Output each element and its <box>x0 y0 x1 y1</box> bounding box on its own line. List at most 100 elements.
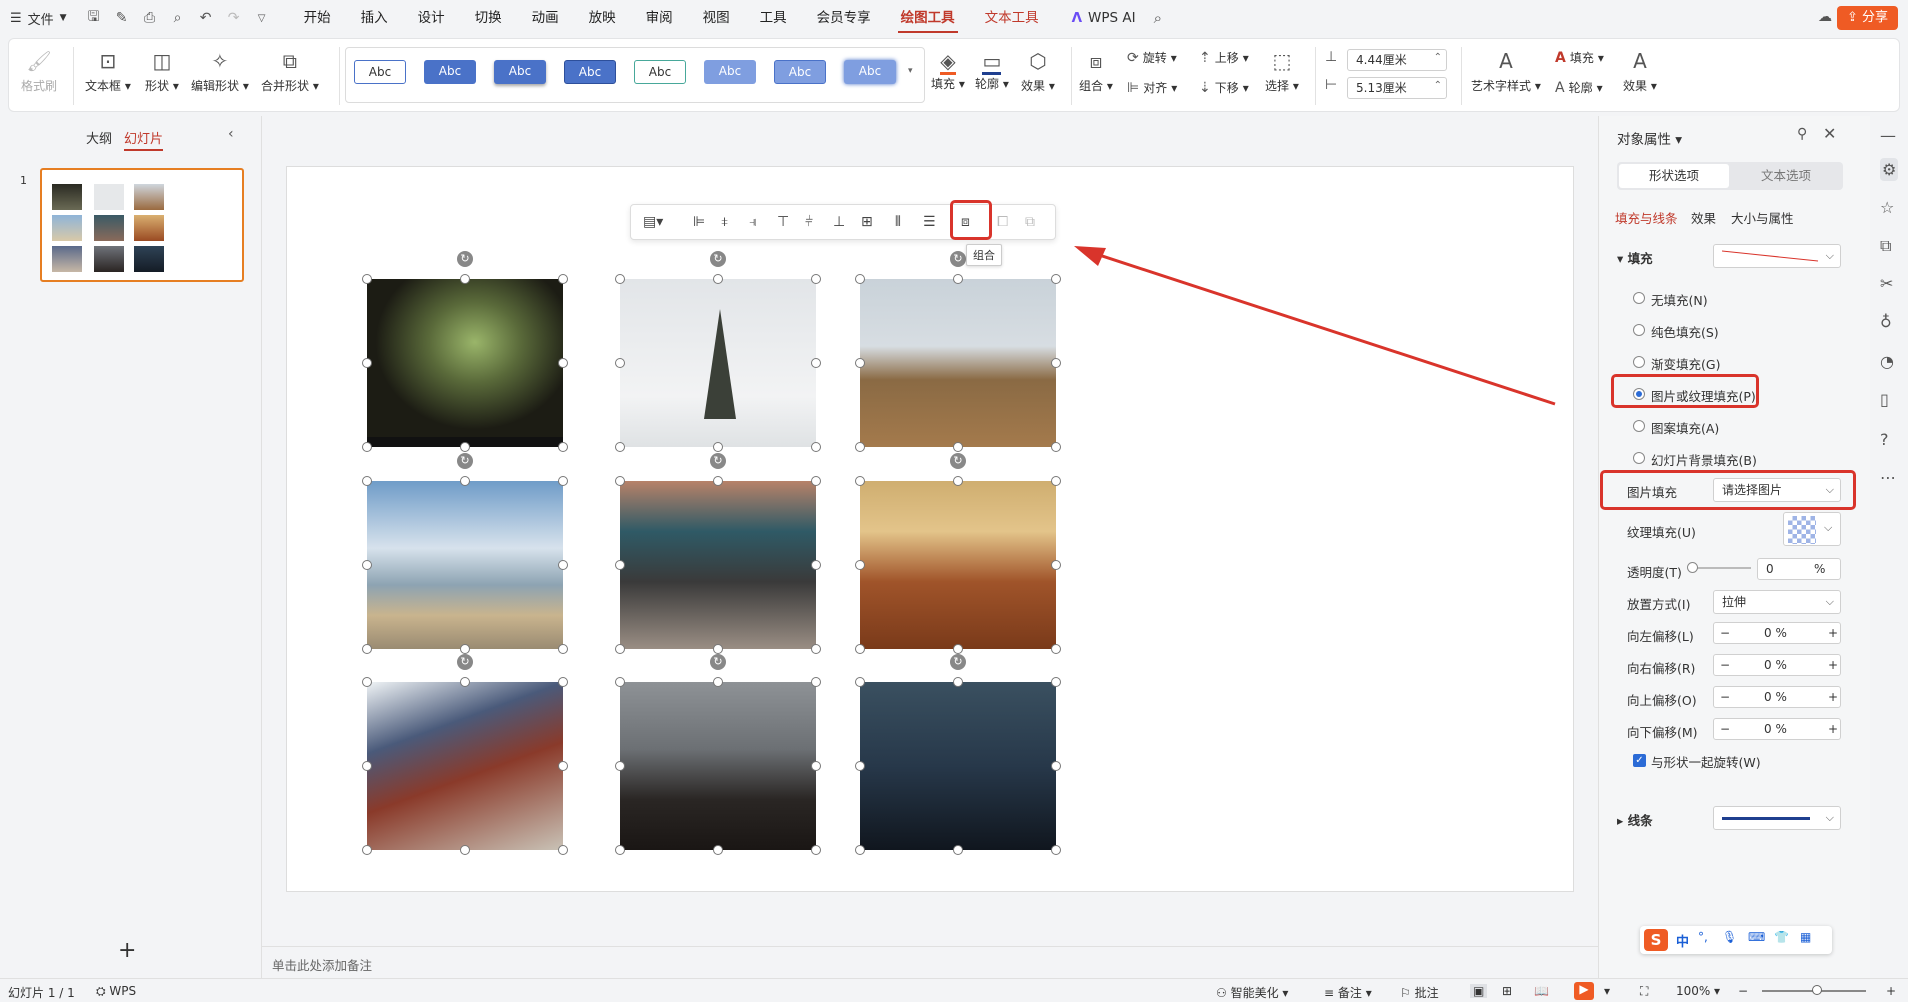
minus-icon[interactable]: − <box>1720 687 1730 707</box>
photo-snow-tree[interactable] <box>620 279 816 447</box>
radio-gradient-fill[interactable] <box>1633 356 1645 368</box>
resize-handle[interactable] <box>558 274 568 284</box>
style-swatch[interactable]: Abc <box>704 60 756 84</box>
zoom-slider-thumb[interactable] <box>1812 985 1822 995</box>
offset-top-stepper[interactable]: − 0 % + <box>1713 686 1841 708</box>
resize-handle[interactable] <box>811 476 821 486</box>
format-painter-button[interactable]: 🖌 格式刷 <box>21 45 57 94</box>
minus-icon[interactable]: − <box>1720 719 1730 739</box>
placement-dropdown[interactable]: 拉伸 ⌵ <box>1713 590 1841 614</box>
rotate-handle-icon[interactable]: ↻ <box>457 654 473 670</box>
resize-handle[interactable] <box>362 442 372 452</box>
reading-view-icon[interactable]: 📖 <box>1534 984 1549 998</box>
resize-handle[interactable] <box>713 274 723 284</box>
more-chevron-icon[interactable]: ▽ <box>251 13 273 24</box>
resize-handle[interactable] <box>1051 644 1061 654</box>
height-input[interactable]: 4.44厘米 <box>1347 48 1447 71</box>
radio-no-fill[interactable] <box>1633 292 1645 304</box>
bring-forward-button[interactable]: ⇡ 上移 ▾ <box>1199 49 1249 66</box>
undo-icon[interactable]: ↶ <box>195 10 217 26</box>
minus-icon[interactable]: − <box>1720 655 1730 675</box>
resize-handle[interactable] <box>811 677 821 687</box>
resize-handle[interactable] <box>615 644 625 654</box>
rotate-handle-icon[interactable]: ↻ <box>950 251 966 267</box>
resize-handle[interactable] <box>615 358 625 368</box>
tools-icon[interactable]: ✂ <box>1880 274 1893 293</box>
photo-street[interactable] <box>367 682 563 850</box>
style-swatch[interactable]: Abc <box>844 60 896 84</box>
resize-handle[interactable] <box>713 442 723 452</box>
resize-handle[interactable] <box>713 476 723 486</box>
line-section-header[interactable]: ▸ 线条 <box>1617 810 1653 829</box>
select-button[interactable]: ⬚ 选择 ▾ <box>1265 45 1299 94</box>
rotate-handle-icon[interactable]: ↻ <box>710 453 726 469</box>
resize-handle[interactable] <box>362 761 372 771</box>
resize-handle[interactable] <box>953 442 963 452</box>
tab-home[interactable]: 开始 <box>289 0 346 36</box>
resize-handle[interactable] <box>362 476 372 486</box>
resize-handle[interactable] <box>615 845 625 855</box>
resize-handle[interactable] <box>953 845 963 855</box>
resize-handle[interactable] <box>362 644 372 654</box>
close-icon[interactable]: ✕ <box>1823 124 1836 143</box>
resize-handle[interactable] <box>953 677 963 687</box>
resize-handle[interactable] <box>855 560 865 570</box>
resize-handle[interactable] <box>558 560 568 570</box>
microphone-icon[interactable]: 🎙 <box>1722 930 1737 944</box>
resize-handle[interactable] <box>855 442 865 452</box>
more-icon[interactable]: ⋯ <box>1880 468 1896 487</box>
tab-text-tools[interactable]: 文本工具 <box>970 0 1054 36</box>
play-options-icon[interactable]: ▾ <box>1604 984 1610 998</box>
plus-icon[interactable]: + <box>1828 655 1838 675</box>
subtab-fill-line[interactable]: 填充与线条 <box>1615 208 1678 227</box>
photo-streetlight[interactable] <box>860 682 1056 850</box>
resize-handle[interactable] <box>362 560 372 570</box>
align-bottom-icon[interactable]: ⊥ <box>833 214 845 230</box>
distribute-grid-icon[interactable]: ⊞ <box>861 214 873 230</box>
search-icon[interactable]: ⌕ <box>1154 9 1162 27</box>
notes-toggle[interactable]: ≡ 备注 ▾ <box>1324 984 1372 1001</box>
plus-icon[interactable]: + <box>1828 623 1838 643</box>
zoom-level[interactable]: 100% <box>1676 984 1710 998</box>
resize-handle[interactable] <box>615 442 625 452</box>
rotate-handle-icon[interactable]: ↻ <box>710 251 726 267</box>
resize-handle[interactable] <box>855 274 865 284</box>
wps-ai-button[interactable]: Ʌ WPS AI <box>1054 10 1154 26</box>
align-button[interactable]: ⊫ 对齐 ▾ <box>1127 79 1177 96</box>
resize-handle[interactable] <box>953 274 963 284</box>
resize-handle[interactable] <box>460 644 470 654</box>
tab-slides[interactable]: 幻灯片 <box>124 128 164 151</box>
merge-shape-button[interactable]: ⧉ 合并形状 ▾ <box>261 45 319 94</box>
resize-handle[interactable] <box>615 560 625 570</box>
gallery-expand-icon[interactable]: ▾ <box>908 66 913 76</box>
tab-transition[interactable]: 切换 <box>460 0 517 36</box>
shape-button[interactable]: ◫ 形状 ▾ <box>145 45 179 94</box>
tab-review[interactable]: 审阅 <box>631 0 688 36</box>
photo-desert-hill[interactable] <box>860 481 1056 649</box>
star-icon[interactable]: ☆ <box>1880 198 1894 217</box>
resize-handle[interactable] <box>953 644 963 654</box>
photo-pier-girl[interactable] <box>860 279 1056 447</box>
resize-handle[interactable] <box>713 644 723 654</box>
radio-solid-fill[interactable] <box>1633 324 1645 336</box>
resize-handle[interactable] <box>811 358 821 368</box>
cloud-icon[interactable]: ☁ <box>1818 9 1832 25</box>
tab-member[interactable]: 会员专享 <box>802 0 886 36</box>
tab-drawing-tools[interactable]: 绘图工具 <box>886 0 970 36</box>
help-icon[interactable]: ? <box>1880 430 1889 449</box>
minus-icon[interactable]: − <box>1720 623 1730 643</box>
style-swatch[interactable]: Abc <box>424 60 476 84</box>
add-slide-button[interactable]: + <box>118 938 136 963</box>
resize-handle[interactable] <box>713 845 723 855</box>
skin-icon[interactable]: 👕 <box>1774 930 1789 944</box>
print-preview-icon[interactable]: ⌕ <box>167 10 189 26</box>
rotate-button[interactable]: ⟳ 旋转 ▾ <box>1127 49 1177 66</box>
resize-handle[interactable] <box>362 677 372 687</box>
punctuation-icon[interactable]: °, <box>1698 930 1708 944</box>
align-right-icon[interactable]: ⫣ <box>749 214 757 230</box>
resize-handle[interactable] <box>558 476 568 486</box>
resize-handle[interactable] <box>855 761 865 771</box>
resize-handle[interactable] <box>713 677 723 687</box>
resize-handle[interactable] <box>460 442 470 452</box>
tab-shape-options[interactable]: 形状选项 <box>1619 164 1729 188</box>
